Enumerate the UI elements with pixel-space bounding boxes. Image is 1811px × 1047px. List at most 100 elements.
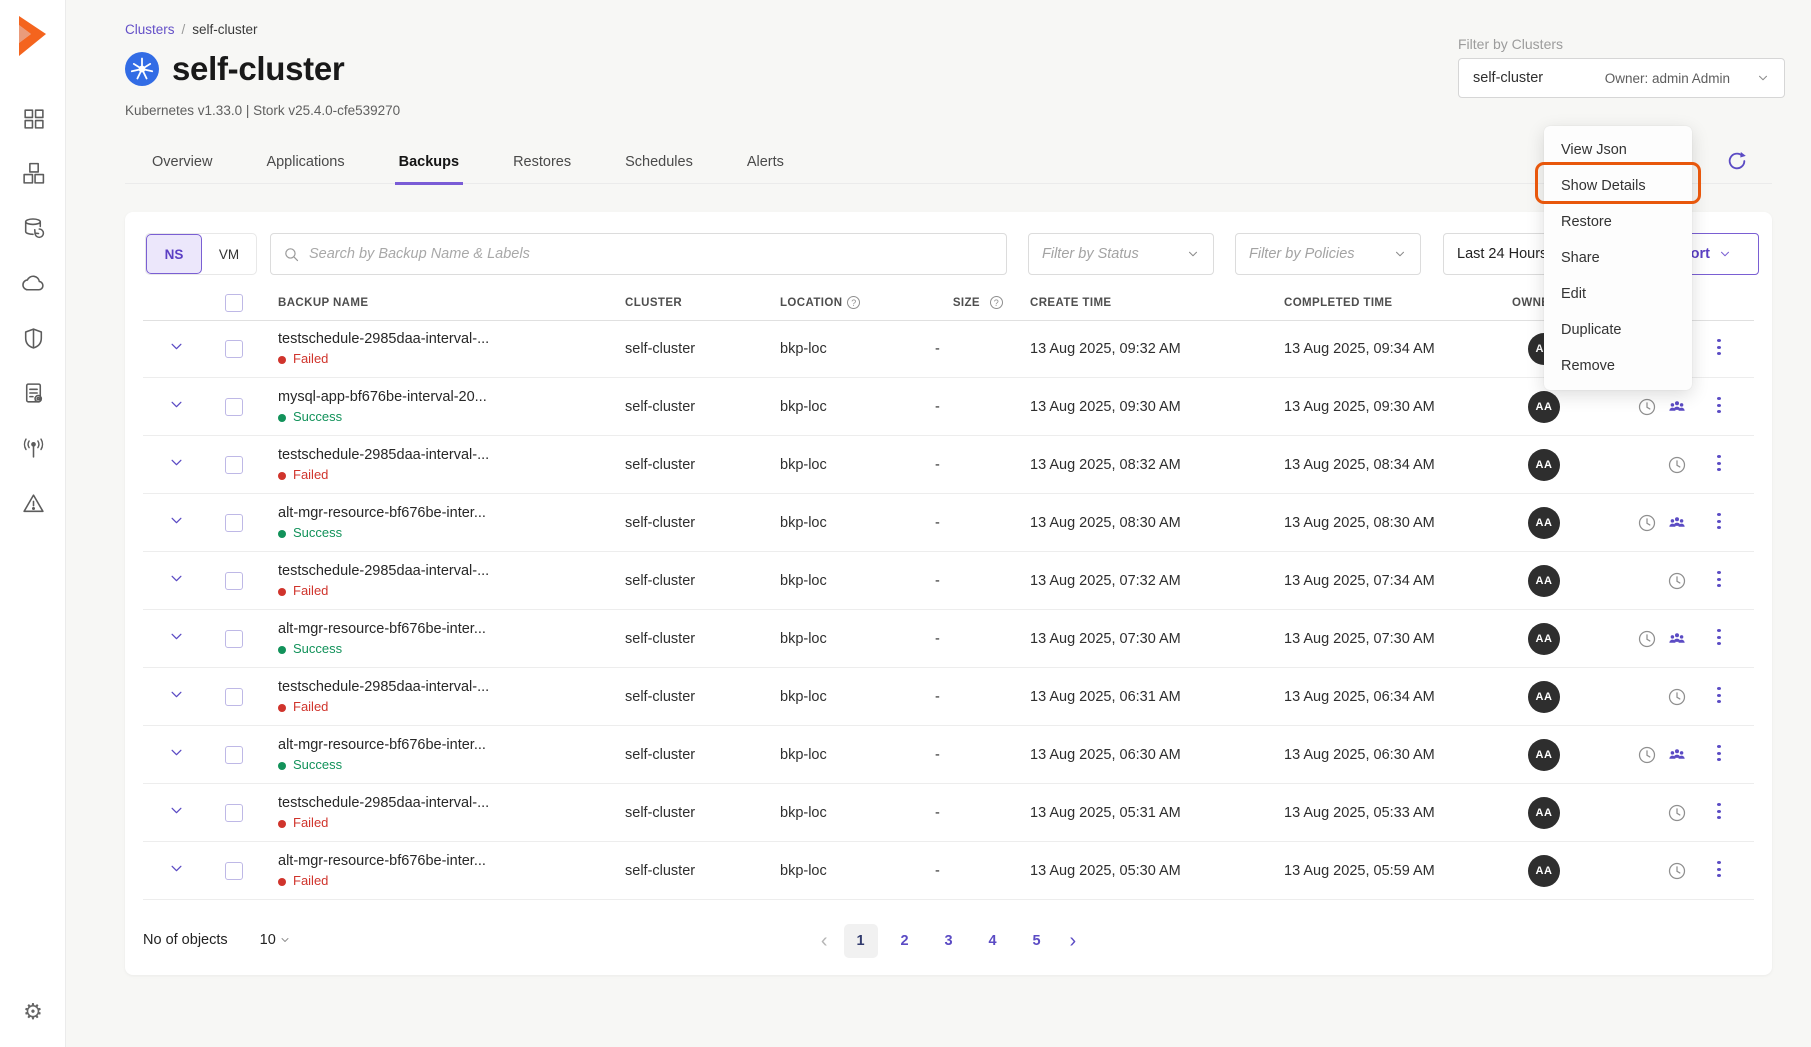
backup-name[interactable]: alt-mgr-resource-bf676be-inter... xyxy=(278,852,625,870)
backup-name[interactable]: alt-mgr-resource-bf676be-inter... xyxy=(278,736,625,754)
row-expand-chevron-icon[interactable] xyxy=(125,455,215,475)
column-size[interactable]: SIZE ? xyxy=(935,296,1015,309)
menu-item-edit[interactable]: Edit xyxy=(1544,276,1692,312)
row-expand-chevron-icon[interactable] xyxy=(125,571,215,591)
menu-item-show-details[interactable]: Show Details xyxy=(1544,168,1692,204)
schedule-clock-icon[interactable] xyxy=(1637,397,1657,417)
row-actions-kebab-menu[interactable] xyxy=(1709,337,1729,357)
backups-icon[interactable] xyxy=(21,216,46,241)
alerts-warning-icon[interactable] xyxy=(21,491,46,516)
row-checkbox[interactable] xyxy=(225,340,243,358)
backup-name[interactable]: testschedule-2985daa-interval-... xyxy=(278,330,625,348)
row-checkbox[interactable] xyxy=(225,630,243,648)
row-actions-kebab-menu[interactable] xyxy=(1709,453,1729,473)
row-actions-kebab-menu[interactable] xyxy=(1709,743,1729,763)
menu-item-view-json[interactable]: View Json xyxy=(1544,132,1692,168)
menu-item-restore[interactable]: Restore xyxy=(1544,204,1692,240)
page-number-3[interactable]: 3 xyxy=(932,924,966,958)
policy-group-icon[interactable] xyxy=(1667,745,1687,765)
menu-item-duplicate[interactable]: Duplicate xyxy=(1544,312,1692,348)
backup-name[interactable]: testschedule-2985daa-interval-... xyxy=(278,794,625,812)
size-help-icon[interactable]: ? xyxy=(990,296,1003,309)
previous-page-arrow[interactable]: ‹ xyxy=(815,930,834,953)
row-actions-kebab-menu[interactable] xyxy=(1709,569,1729,589)
backup-name[interactable]: alt-mgr-resource-bf676be-inter... xyxy=(278,504,625,522)
schedule-clock-icon[interactable] xyxy=(1667,571,1687,591)
dashboard-icon[interactable] xyxy=(21,106,46,131)
broadcast-antenna-icon[interactable] xyxy=(21,436,46,461)
breadcrumb-clusters-link[interactable]: Clusters xyxy=(125,22,175,37)
menu-item-share[interactable]: Share xyxy=(1544,240,1692,276)
tab-schedules[interactable]: Schedules xyxy=(621,148,697,185)
row-expand-chevron-icon[interactable] xyxy=(125,803,215,823)
settings-gear-icon[interactable]: ⚙ xyxy=(0,999,66,1025)
page-number-1[interactable]: 1 xyxy=(844,924,878,958)
row-actions-kebab-menu[interactable] xyxy=(1709,395,1729,415)
row-checkbox[interactable] xyxy=(225,572,243,590)
page-number-5[interactable]: 5 xyxy=(1020,924,1054,958)
select-all-checkbox[interactable] xyxy=(225,294,243,312)
policies-filter-dropdown[interactable]: Filter by Policies xyxy=(1235,233,1421,275)
search-input[interactable] xyxy=(309,246,994,262)
schedule-clock-icon[interactable] xyxy=(1667,803,1687,823)
row-checkbox[interactable] xyxy=(225,398,243,416)
row-checkbox[interactable] xyxy=(225,862,243,880)
tab-backups[interactable]: Backups xyxy=(395,148,463,185)
tab-restores[interactable]: Restores xyxy=(509,148,575,185)
row-checkbox[interactable] xyxy=(225,746,243,764)
row-expand-chevron-icon[interactable] xyxy=(125,629,215,649)
row-expand-chevron-icon[interactable] xyxy=(125,745,215,765)
row-expand-chevron-icon[interactable] xyxy=(125,513,215,533)
row-checkbox[interactable] xyxy=(225,514,243,532)
row-expand-chevron-icon[interactable] xyxy=(125,861,215,881)
policy-group-icon[interactable] xyxy=(1667,513,1687,533)
backup-name[interactable]: alt-mgr-resource-bf676be-inter... xyxy=(278,620,625,638)
policy-group-icon[interactable] xyxy=(1667,629,1687,649)
tab-overview[interactable]: Overview xyxy=(148,148,216,185)
refresh-icon[interactable] xyxy=(1726,150,1748,172)
cloud-icon[interactable] xyxy=(21,271,46,296)
menu-item-remove[interactable]: Remove xyxy=(1544,348,1692,384)
column-cluster[interactable]: CLUSTER xyxy=(625,297,780,309)
page-number-2[interactable]: 2 xyxy=(888,924,922,958)
row-checkbox[interactable] xyxy=(225,456,243,474)
location-help-icon[interactable]: ? xyxy=(847,296,860,309)
schedule-clock-icon[interactable] xyxy=(1667,687,1687,707)
rules-document-icon[interactable] xyxy=(21,381,46,406)
policy-group-icon[interactable] xyxy=(1667,397,1687,417)
row-expand-chevron-icon[interactable] xyxy=(125,687,215,707)
ns-toggle-button[interactable]: NS xyxy=(146,234,202,274)
row-actions-kebab-menu[interactable] xyxy=(1709,685,1729,705)
column-location[interactable]: LOCATION ? xyxy=(780,296,935,309)
column-completed-time[interactable]: COMPLETED TIME xyxy=(1284,297,1505,309)
next-page-arrow[interactable]: › xyxy=(1064,930,1083,953)
tab-alerts[interactable]: Alerts xyxy=(743,148,788,185)
clusters-icon[interactable] xyxy=(21,161,46,186)
vm-toggle-button[interactable]: VM xyxy=(202,234,256,274)
schedule-clock-icon[interactable] xyxy=(1667,455,1687,475)
backup-name[interactable]: mysql-app-bf676be-interval-20... xyxy=(278,388,625,406)
backup-name[interactable]: testschedule-2985daa-interval-... xyxy=(278,562,625,580)
column-create-time[interactable]: CREATE TIME xyxy=(1015,297,1284,309)
schedule-clock-icon[interactable] xyxy=(1637,745,1657,765)
status-filter-dropdown[interactable]: Filter by Status xyxy=(1028,233,1214,275)
column-backup-name[interactable]: BACKUP NAME xyxy=(278,297,625,309)
schedule-clock-icon[interactable] xyxy=(1667,861,1687,881)
row-actions-kebab-menu[interactable] xyxy=(1709,511,1729,531)
backup-name[interactable]: testschedule-2985daa-interval-... xyxy=(278,446,625,464)
security-shield-icon[interactable] xyxy=(21,326,46,351)
create-time-cell: 13 Aug 2025, 07:30 AM xyxy=(1015,631,1284,647)
schedule-clock-icon[interactable] xyxy=(1637,513,1657,533)
row-checkbox[interactable] xyxy=(225,804,243,822)
schedule-clock-icon[interactable] xyxy=(1637,629,1657,649)
row-expand-chevron-icon[interactable] xyxy=(125,397,215,417)
page-number-4[interactable]: 4 xyxy=(976,924,1010,958)
tab-applications[interactable]: Applications xyxy=(262,148,348,185)
backup-name[interactable]: testschedule-2985daa-interval-... xyxy=(278,678,625,696)
row-checkbox[interactable] xyxy=(225,688,243,706)
row-actions-kebab-menu[interactable] xyxy=(1709,801,1729,821)
row-expand-chevron-icon[interactable] xyxy=(125,339,215,359)
row-actions-kebab-menu[interactable] xyxy=(1709,627,1729,647)
cluster-filter-dropdown[interactable]: self-cluster Owner: admin Admin xyxy=(1458,58,1785,98)
row-actions-kebab-menu[interactable] xyxy=(1709,859,1729,879)
